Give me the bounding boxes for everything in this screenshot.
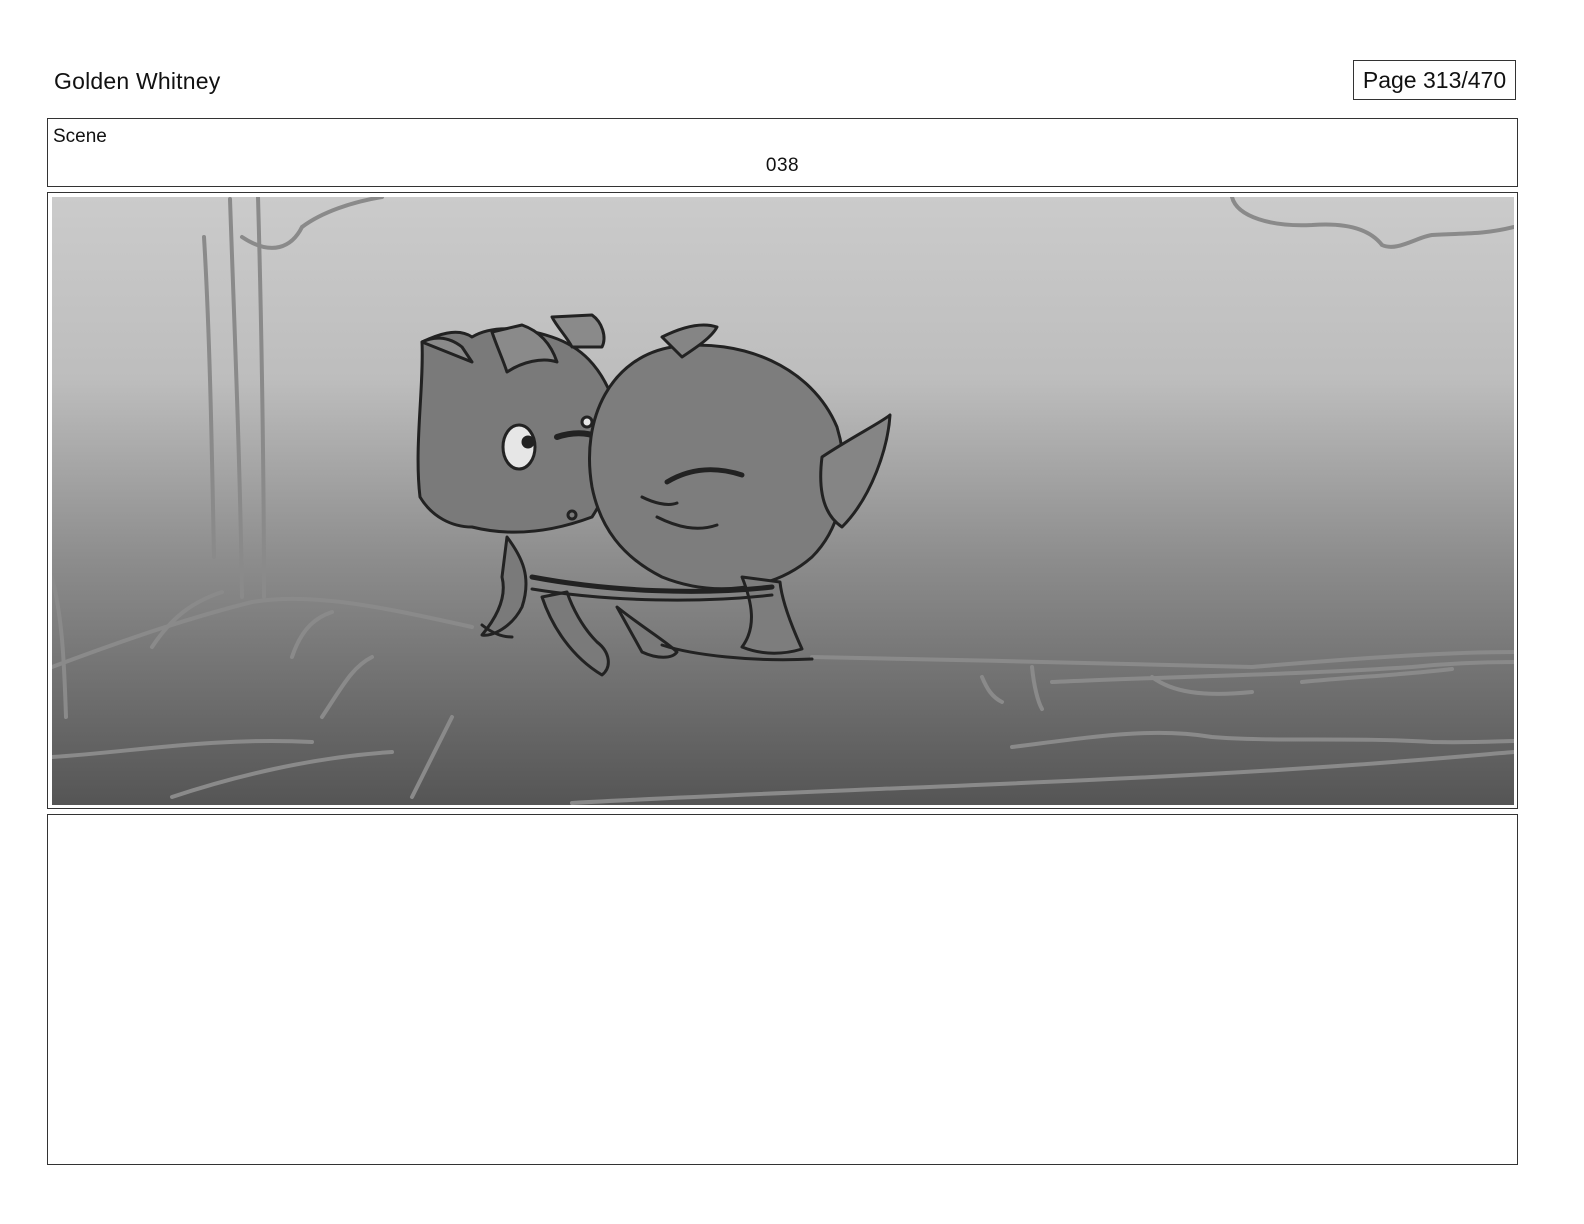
project-title: Golden Whitney	[54, 68, 221, 94]
page-indicator: Page 313/470	[1353, 60, 1516, 100]
scene-number: 038	[765, 155, 800, 176]
scene-header: Scene 038	[47, 118, 1518, 187]
storyboard-panel-image	[52, 197, 1514, 805]
scene-label: Scene	[53, 126, 107, 147]
panel-frame	[47, 192, 1518, 809]
notes-box[interactable]	[47, 814, 1518, 1165]
